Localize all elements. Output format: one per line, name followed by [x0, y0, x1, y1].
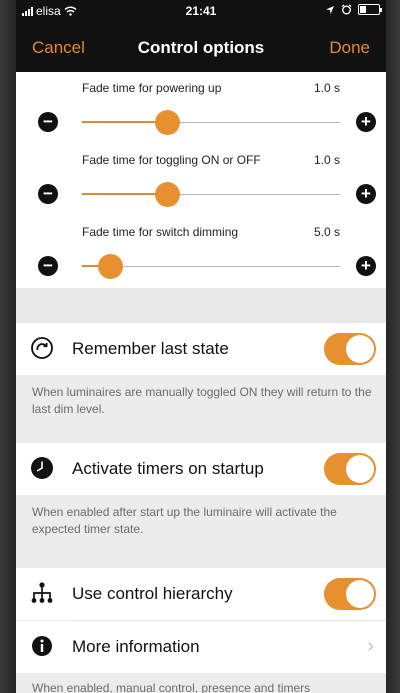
slider-track[interactable] — [82, 110, 340, 135]
hierarchy-footer-text: When enabled, manual control, presence a… — [32, 681, 311, 693]
slider-label: Fade time for toggling ON or OFF — [82, 153, 261, 167]
slider-track[interactable] — [82, 182, 340, 207]
slider-value: 1.0 s — [313, 81, 340, 95]
slider-row-toggling: Fade time for toggling ON or OFF 1.0 s −… — [16, 144, 386, 216]
location-icon — [326, 5, 334, 14]
fade-sliders-section: Fade time for powering up 1.0 s − + Fade… — [16, 72, 386, 288]
activate-timers-label: Activate timers on startup — [72, 459, 264, 478]
toggle-knob — [346, 580, 374, 608]
control-hierarchy-toggle[interactable] — [324, 578, 376, 610]
done-button[interactable]: Done — [329, 38, 370, 58]
more-information-label: More information — [72, 637, 200, 656]
decrease-button[interactable]: − — [38, 184, 58, 204]
control-hierarchy-label: Use control hierarchy — [72, 584, 233, 603]
slider-row-powering-up: Fade time for powering up 1.0 s − + — [16, 72, 386, 144]
info-icon — [32, 636, 52, 656]
increase-button[interactable]: + — [356, 112, 376, 132]
restore-arrow-icon — [31, 337, 53, 359]
navigation-bar: Cancel Control options Done — [16, 22, 386, 72]
slider-thumb[interactable] — [155, 110, 181, 135]
remember-last-state-toggle[interactable] — [324, 333, 376, 365]
timers-footer-text: When enabled after start up the luminair… — [32, 505, 337, 536]
toggle-knob — [346, 335, 374, 363]
increase-button[interactable]: + — [356, 256, 376, 276]
slider-label: Fade time for powering up — [82, 81, 222, 95]
slider-thumb[interactable] — [155, 182, 181, 207]
toggle-knob — [346, 455, 374, 483]
slider-row-switch-dimming: Fade time for switch dimming 5.0 s − + — [16, 216, 386, 288]
remember-footer: When luminaires are manually toggled ON … — [16, 375, 386, 443]
chevron-right-icon: › — [367, 635, 374, 657]
hierarchy-footer: When enabled, manual control, presence a… — [16, 673, 386, 693]
status-bar: elisa 21:41 — [16, 0, 386, 22]
control-hierarchy-cell[interactable]: Use control hierarchy — [16, 568, 386, 620]
decrease-button[interactable]: − — [38, 112, 58, 132]
hierarchy-icon — [31, 582, 53, 603]
remember-last-state-label: Remember last state — [72, 339, 229, 358]
slider-value: 1.0 s — [313, 153, 340, 167]
slider-value: 5.0 s — [313, 225, 340, 239]
timers-footer: When enabled after start up the luminair… — [16, 495, 386, 568]
more-information-cell[interactable]: More information › — [16, 621, 386, 673]
slider-label: Fade time for switch dimming — [82, 225, 239, 239]
alarm-icon — [341, 4, 352, 15]
section-spacer — [16, 288, 386, 323]
increase-button[interactable]: + — [356, 184, 376, 204]
slider-track[interactable] — [82, 254, 340, 279]
device-bezel-right — [386, 0, 400, 693]
remember-last-state-cell[interactable]: Remember last state — [16, 323, 386, 375]
status-right — [325, 4, 382, 15]
remember-footer-text: When luminaires are manually toggled ON … — [32, 385, 372, 416]
decrease-button[interactable]: − — [38, 256, 58, 276]
battery-icon — [358, 4, 382, 15]
device-bezel-left — [0, 0, 16, 693]
clock-icon — [31, 457, 53, 479]
app-screen: elisa 21:41 Cancel Control options Done … — [16, 0, 386, 693]
slider-thumb[interactable] — [98, 254, 124, 279]
activate-timers-toggle[interactable] — [324, 453, 376, 485]
activate-timers-cell[interactable]: Activate timers on startup — [16, 443, 386, 495]
